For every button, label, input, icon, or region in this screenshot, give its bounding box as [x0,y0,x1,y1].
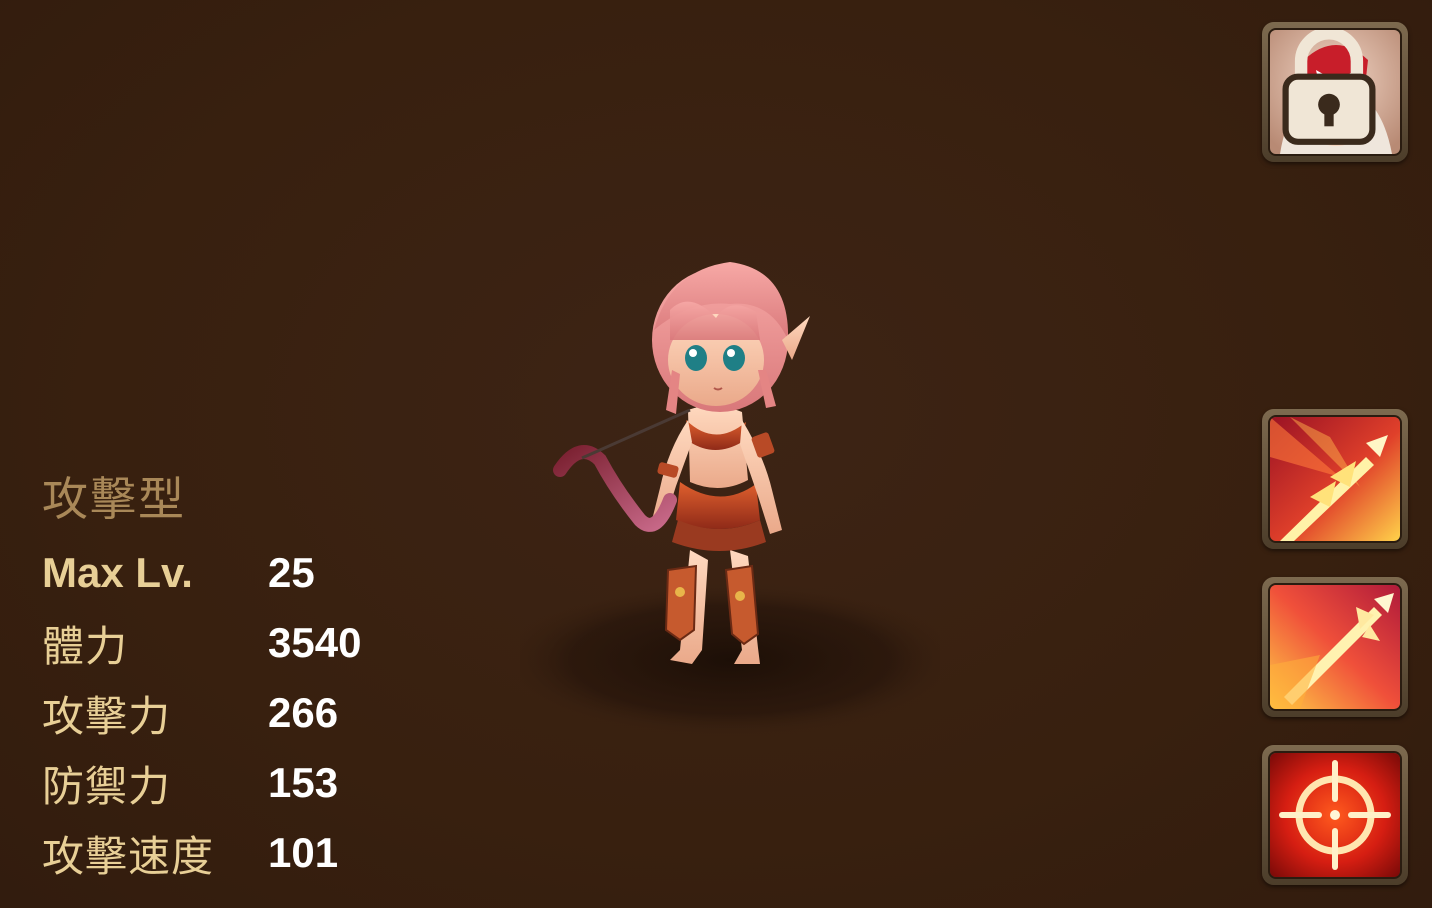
skill-2-button[interactable] [1262,577,1408,717]
skill-3-button[interactable] [1262,745,1408,885]
stat-value: 101 [268,829,339,876]
skill-1-frame [1268,415,1402,543]
stat-label: 體力 [42,621,129,671]
stat-label: 攻擊速度 [42,831,215,881]
hero-character-model[interactable] [520,220,940,740]
fire-arrow-skill-icon [1270,417,1400,541]
stat-label: 防禦力 [42,761,172,811]
archer-character-illustration [520,262,940,738]
crosshair-target-skill-icon [1270,753,1400,877]
stat-row-hp: 體力 3540 [42,608,462,678]
stat-label: 攻擊力 [42,691,172,741]
lock-icon [1282,30,1376,145]
stat-value: 153 [268,759,339,806]
skill-2-frame [1268,583,1402,711]
skill-3-frame [1268,751,1402,879]
stat-row-defense: 防禦力 153 [42,748,462,818]
skill-1-button[interactable] [1262,409,1408,549]
portrait-frame [1268,28,1402,156]
hero-info-screen: 攻擊型 Max Lv. 25 體力 3540 攻擊力 266 防禦力 153 攻… [0,0,1432,908]
stat-row-attack-speed: 攻擊速度 101 [42,818,462,888]
stat-row-attack: 攻擊力 266 [42,678,462,748]
stat-label: Max Lv. [42,549,193,596]
locked-portrait-button[interactable] [1262,22,1408,162]
stat-value: 266 [268,689,339,736]
hero-stats-panel: 攻擊型 Max Lv. 25 體力 3540 攻擊力 266 防禦力 153 攻… [42,468,462,888]
stat-row-max-level: Max Lv. 25 [42,538,462,608]
hero-type-label: 攻擊型 [42,472,186,526]
piercing-arrow-skill-icon [1270,585,1400,709]
stat-value: 3540 [268,619,362,666]
stat-value: 25 [268,549,315,596]
